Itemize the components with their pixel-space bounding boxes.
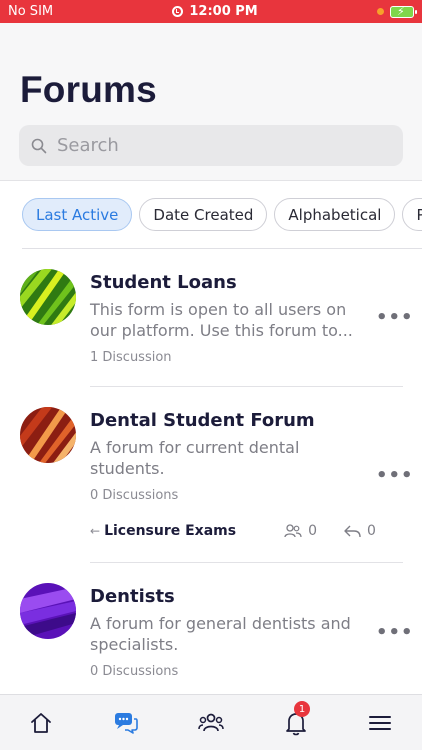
subforum-label[interactable]: Licensure Exams [104,523,236,539]
discussion-count: 1 Discussion [90,350,172,365]
members-icon [284,524,302,538]
green-stripes-avatar[interactable] [20,269,76,325]
forum-title[interactable]: Dentists [90,586,175,607]
search-icon [31,138,47,153]
clock: 12:00 PM [189,4,258,19]
search-bar[interactable] [19,125,403,166]
discussion-count: 0 Discussions [90,664,179,679]
recording-dot-icon [377,8,384,15]
carrier-label: No SIM [8,4,54,19]
divider [90,562,403,563]
filter-alphabetical[interactable]: Alphabetical [274,198,396,231]
sort-filters: Last Active Date Created Alphabetical P [22,198,422,232]
members-stat: 0 [284,523,317,539]
forum-description: A forum for current dental students. [90,438,300,478]
status-bar: No SIM 12:00 PM ⚡ [0,0,422,23]
discussion-count: 0 Discussions [90,488,179,503]
menu-icon[interactable] [366,709,394,737]
subforum-arrow-icon: ← [90,524,101,538]
filter-date-created[interactable]: Date Created [139,198,268,231]
notifications-bell-icon[interactable]: 1 [282,701,310,737]
filters-divider [22,248,422,249]
forum-description: This form is open to all users on our pl… [90,300,353,340]
reply-icon [344,525,361,538]
orange-stripes-avatar[interactable] [20,407,76,463]
more-options-icon[interactable]: ••• [376,465,414,486]
battery-icon: ⚡ [390,5,417,18]
replies-count: 0 [367,523,376,539]
forums-chat-icon[interactable] [112,709,140,737]
search-input[interactable] [57,135,357,156]
home-icon[interactable] [27,709,55,737]
members-count: 0 [308,523,317,539]
status-right: ⚡ [377,5,417,18]
alarm-icon [172,6,184,17]
bottom-tab-bar: 1 [0,694,422,750]
forum-title[interactable]: Dental Student Forum [90,410,315,431]
groups-icon[interactable] [197,709,225,737]
more-options-icon[interactable]: ••• [376,622,414,643]
status-center: 12:00 PM [172,4,258,19]
forum-description: A forum for general dentists and special… [90,614,351,654]
divider [90,386,403,387]
header: Forums [0,23,422,181]
forum-title[interactable]: Student Loans [90,272,237,293]
replies-stat: 0 [343,523,376,539]
filter-last-active[interactable]: Last Active [22,198,133,231]
purple-stripes-avatar[interactable] [20,583,76,639]
page-title: Forums [20,69,157,110]
filter-popular[interactable]: P [402,198,422,231]
more-options-icon[interactable]: ••• [376,307,414,328]
notification-badge: 1 [294,701,310,717]
subforum-row[interactable]: ← Licensure Exams 0 0 [90,523,403,539]
